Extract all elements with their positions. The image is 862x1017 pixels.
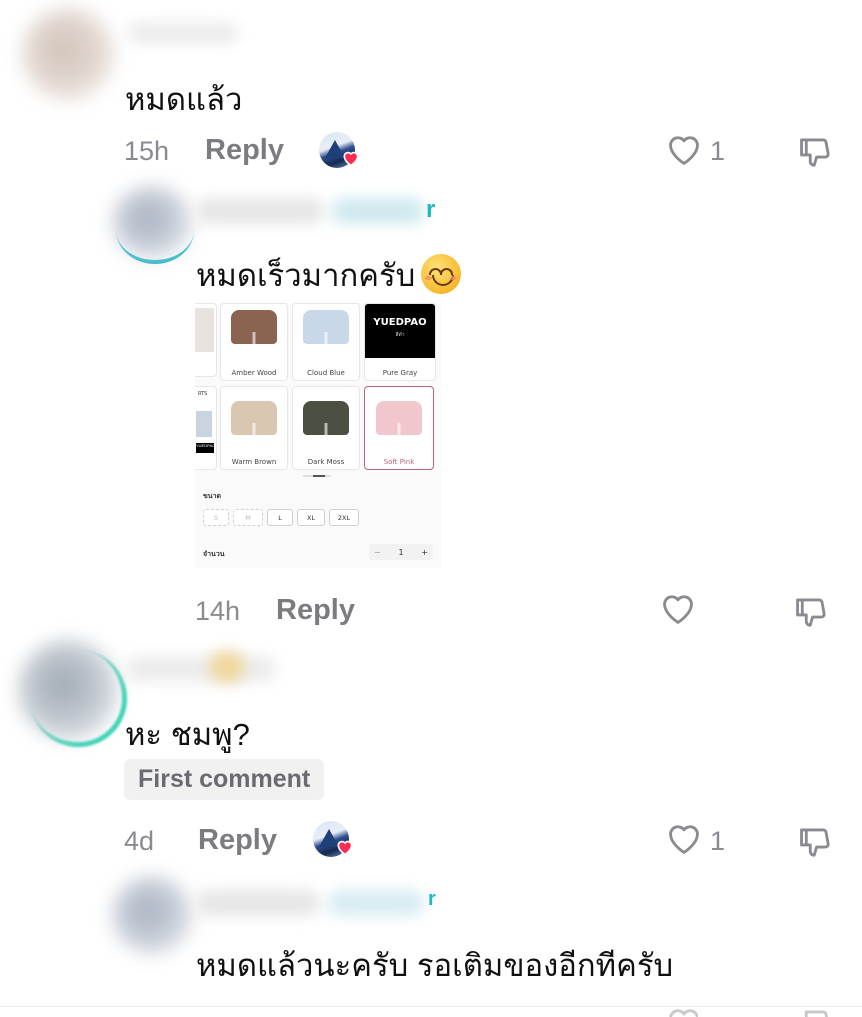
color-option-card[interactable]: YUEDPAO สีดำ Pure Gray — [364, 303, 436, 381]
username[interactable] — [128, 22, 238, 44]
avatar[interactable] — [22, 8, 114, 100]
comment-text: หะ ชมพู? — [125, 717, 250, 752]
comment-text-row: หมดเร็วมากครับ — [196, 250, 462, 300]
color-option-card[interactable]: Warm Brown — [220, 386, 288, 470]
color-option-card[interactable]: Cloud Blue — [292, 303, 360, 381]
color-label: Pure Gray — [382, 369, 418, 377]
dislike-icon-partial — [796, 1004, 830, 1017]
color-label: Amber Wood — [231, 369, 277, 377]
quantity-plus[interactable]: + — [421, 548, 433, 557]
like-icon-partial — [664, 1004, 698, 1017]
dislike-icon[interactable] — [792, 592, 830, 630]
shorts-image — [303, 401, 349, 435]
heart-filled-icon — [337, 840, 353, 856]
color-option-card-selected[interactable]: Soft Pink — [364, 386, 434, 470]
color-option-card[interactable]: Dark Moss — [292, 386, 360, 470]
quantity-minus[interactable]: − — [369, 548, 381, 557]
comment-time: 15h — [124, 136, 170, 166]
heart-outline-icon — [669, 1009, 698, 1017]
color-label: Soft Pink — [383, 458, 415, 466]
color-label: Cloud Blue — [307, 369, 345, 377]
color-option-card[interactable]: Amber Wood — [220, 303, 288, 381]
creator-tag-suffix: r — [428, 888, 436, 910]
comment-text: หมดแล้วนะครับ รอเติมของอีกทีครับ — [196, 948, 674, 983]
avatar[interactable] — [112, 186, 192, 258]
avatar[interactable] — [112, 876, 192, 954]
product-card-partial — [195, 303, 217, 377]
brand-block: YUEDPAO สีดำ — [365, 304, 435, 358]
shorts-image — [303, 310, 349, 344]
smiling-emoji-icon — [421, 254, 462, 294]
quantity-stepper[interactable]: − 1 + — [369, 544, 433, 560]
like-count: 1 — [710, 136, 726, 166]
username[interactable] — [196, 198, 324, 224]
size-option[interactable]: 2XL — [329, 509, 359, 526]
like-icon[interactable] — [664, 820, 704, 858]
like-count: 1 — [710, 826, 726, 856]
side-text: YUEDPAO — [196, 443, 215, 453]
username[interactable] — [126, 656, 276, 682]
like-icon[interactable] — [658, 590, 698, 628]
like-icon[interactable] — [664, 131, 704, 169]
heart-filled-icon — [343, 151, 359, 167]
brand-name: YUEDPAO — [373, 317, 427, 328]
comment-text: หมดแล้ว — [125, 82, 243, 117]
thumbs-down-icon — [804, 1010, 828, 1017]
avatar[interactable] — [18, 640, 118, 740]
brand-sub: สีดำ — [395, 332, 405, 338]
shorts-image — [376, 401, 422, 435]
reply-button[interactable]: Reply — [205, 134, 284, 167]
side-text: RTS — [198, 391, 208, 397]
creator-liked-badge — [319, 132, 363, 172]
creator-label — [332, 198, 424, 224]
creator-liked-badge — [313, 821, 357, 861]
color-label: Dark Moss — [307, 458, 345, 466]
product-card-partial: RTS YUEDPAO — [195, 386, 217, 470]
name-emoji — [210, 652, 244, 682]
reply-button[interactable]: Reply — [198, 824, 277, 857]
color-label: Warm Brown — [231, 458, 277, 466]
size-label: ขนาด — [203, 492, 222, 500]
size-option[interactable]: M — [233, 509, 263, 526]
creator-label — [328, 890, 424, 916]
quantity-value: 1 — [398, 547, 404, 557]
username[interactable] — [196, 890, 320, 916]
creator-tag-suffix: r — [426, 196, 436, 223]
carousel-indicator — [303, 475, 331, 477]
shorts-image — [231, 310, 277, 344]
comment-time: 14h — [195, 596, 241, 626]
comment-time: 4d — [124, 826, 155, 856]
divider — [0, 1006, 862, 1007]
shorts-image — [231, 401, 277, 435]
size-option[interactable]: XL — [297, 509, 325, 526]
comment-text: หมดเร็วมากครับ — [196, 258, 416, 293]
first-comment-badge: First comment — [124, 759, 325, 800]
dislike-icon[interactable] — [796, 132, 834, 170]
size-option[interactable]: S — [203, 509, 229, 526]
size-option[interactable]: L — [267, 509, 293, 526]
quantity-label: จำนวน — [203, 550, 225, 558]
dislike-icon[interactable] — [796, 822, 834, 860]
reply-button[interactable]: Reply — [276, 594, 355, 627]
attached-image[interactable]: RTS YUEDPAO Amber Wood Cloud Blue YUEDPA… — [195, 303, 441, 568]
